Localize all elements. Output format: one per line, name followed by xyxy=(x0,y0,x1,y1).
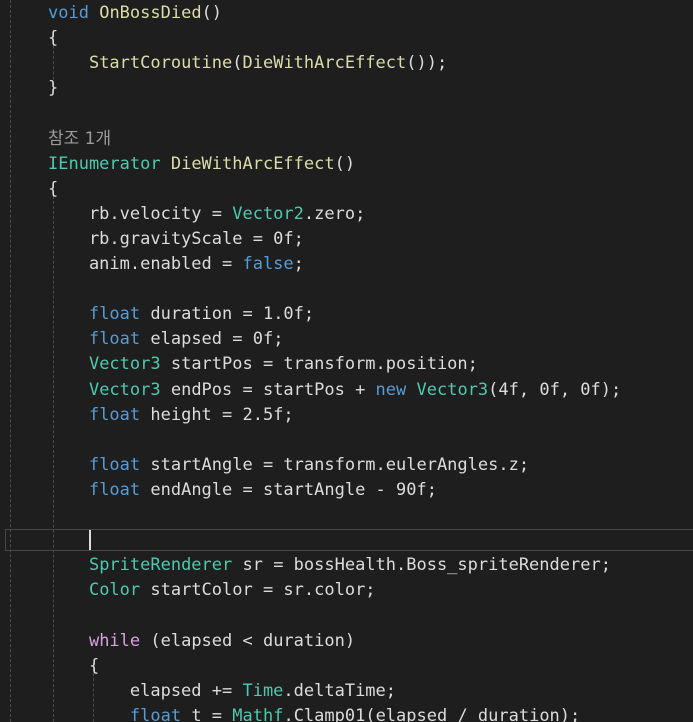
code-token: () xyxy=(201,3,223,23)
indent-guide-outer xyxy=(10,0,11,722)
code-token: startColor = sr.color; xyxy=(140,580,376,600)
code-line[interactable]: { xyxy=(48,177,58,202)
code-token: IEnumerator xyxy=(48,154,161,174)
code-token: float xyxy=(88,480,141,500)
code-line[interactable]: { xyxy=(48,26,58,51)
code-line[interactable]: float height = 2.5f; xyxy=(48,403,294,428)
code-line[interactable]: Color startColor = sr.color; xyxy=(48,578,376,603)
text-caret xyxy=(89,530,91,550)
code-line[interactable]: float elapsed = 0f; xyxy=(48,327,283,352)
code-token: endAngle = startAngle - 90f; xyxy=(140,480,437,500)
code-token: startAngle = transform.eulerAngles.z; xyxy=(140,455,530,475)
code-token: while xyxy=(88,631,141,651)
code-line[interactable]: anim.enabled = false; xyxy=(48,252,304,277)
code-token: startPos = transform.position; xyxy=(160,354,478,374)
code-line[interactable]: float t = Mathf.Clamp01(elapsed / durati… xyxy=(48,704,580,722)
code-token: ()); xyxy=(406,53,448,73)
code-token: duration = 1.0f; xyxy=(140,304,315,324)
code-line[interactable]: StartCoroutine(DieWithArcEffect()); xyxy=(48,51,447,76)
code-line[interactable]: float endAngle = startAngle - 90f; xyxy=(48,478,437,503)
code-token: Color xyxy=(88,580,141,600)
code-token: .zero; xyxy=(303,204,366,224)
code-line[interactable]: SpriteRenderer sr = bossHealth.Boss_spri… xyxy=(48,553,611,578)
code-editor[interactable]: void OnBossDied(){ StartCoroutine(DieWit… xyxy=(0,0,693,722)
code-token: Vector3 xyxy=(88,354,161,374)
code-line[interactable]: } xyxy=(48,76,58,101)
code-token: Mathf xyxy=(232,706,284,722)
code-token: { xyxy=(48,656,100,676)
code-token: } xyxy=(48,78,59,98)
code-token: OnBossDied xyxy=(99,3,202,23)
code-line[interactable]: elapsed += Time.deltaTime; xyxy=(48,679,396,704)
code-line[interactable]: rb.velocity = Vector2.zero; xyxy=(48,202,365,227)
code-token: anim.enabled = xyxy=(48,254,243,274)
code-token: StartCoroutine xyxy=(88,53,233,73)
code-token: Vector3 xyxy=(416,380,489,400)
code-line[interactable]: float startAngle = transform.eulerAngles… xyxy=(48,453,529,478)
code-token: rb.velocity = xyxy=(48,204,233,224)
code-token: Vector3 xyxy=(88,380,161,400)
current-line-highlight xyxy=(5,529,693,551)
code-line[interactable]: Vector3 startPos = transform.position; xyxy=(48,352,478,377)
code-line[interactable]: void OnBossDied() xyxy=(48,1,222,26)
code-token: Time xyxy=(242,681,284,701)
code-token: t = xyxy=(181,706,233,722)
code-token: float xyxy=(88,455,141,475)
code-token: float xyxy=(88,304,141,324)
code-token: endPos = startPos + xyxy=(160,380,376,400)
code-token: float xyxy=(88,405,141,425)
code-line[interactable]: { xyxy=(48,654,99,679)
code-token: float xyxy=(88,329,141,349)
code-token: (4f, 0f, 0f); xyxy=(488,380,622,400)
code-token: elapsed = 0f; xyxy=(140,329,284,349)
code-token: ( xyxy=(232,53,243,73)
code-token: new xyxy=(375,380,407,400)
code-token: { xyxy=(48,179,59,199)
code-token: DieWithArcEffect xyxy=(242,53,407,73)
code-line[interactable]: 참조 1개 xyxy=(48,127,111,152)
code-token: .deltaTime; xyxy=(283,681,397,701)
code-token: () xyxy=(334,154,356,174)
code-token: { xyxy=(48,28,59,48)
code-line[interactable]: float duration = 1.0f; xyxy=(48,302,314,327)
code-token: float xyxy=(129,706,182,722)
code-token: height = 2.5f; xyxy=(140,405,294,425)
code-line[interactable]: Vector3 endPos = startPos + new Vector3(… xyxy=(48,378,621,403)
code-line[interactable]: rb.gravityScale = 0f; xyxy=(48,227,304,252)
code-token: false xyxy=(242,254,294,274)
code-token: elapsed += xyxy=(48,681,243,701)
code-token: Vector2 xyxy=(232,204,304,224)
reference-count-hint[interactable]: 참조 1개 xyxy=(48,129,111,149)
code-token: void xyxy=(48,3,89,23)
code-token: rb.gravityScale = 0f; xyxy=(48,229,304,249)
code-line[interactable]: IEnumerator DieWithArcEffect() xyxy=(48,152,355,177)
code-line[interactable]: while (elapsed < duration) xyxy=(48,629,355,654)
code-token: sr = bossHealth.Boss_spriteRenderer; xyxy=(232,555,611,575)
code-token: DieWithArcEffect xyxy=(170,154,335,174)
code-token: (elapsed < duration) xyxy=(140,631,356,651)
code-token: .Clamp01(elapsed / duration); xyxy=(283,706,581,722)
code-token: ; xyxy=(293,254,304,274)
code-token: SpriteRenderer xyxy=(88,555,233,575)
